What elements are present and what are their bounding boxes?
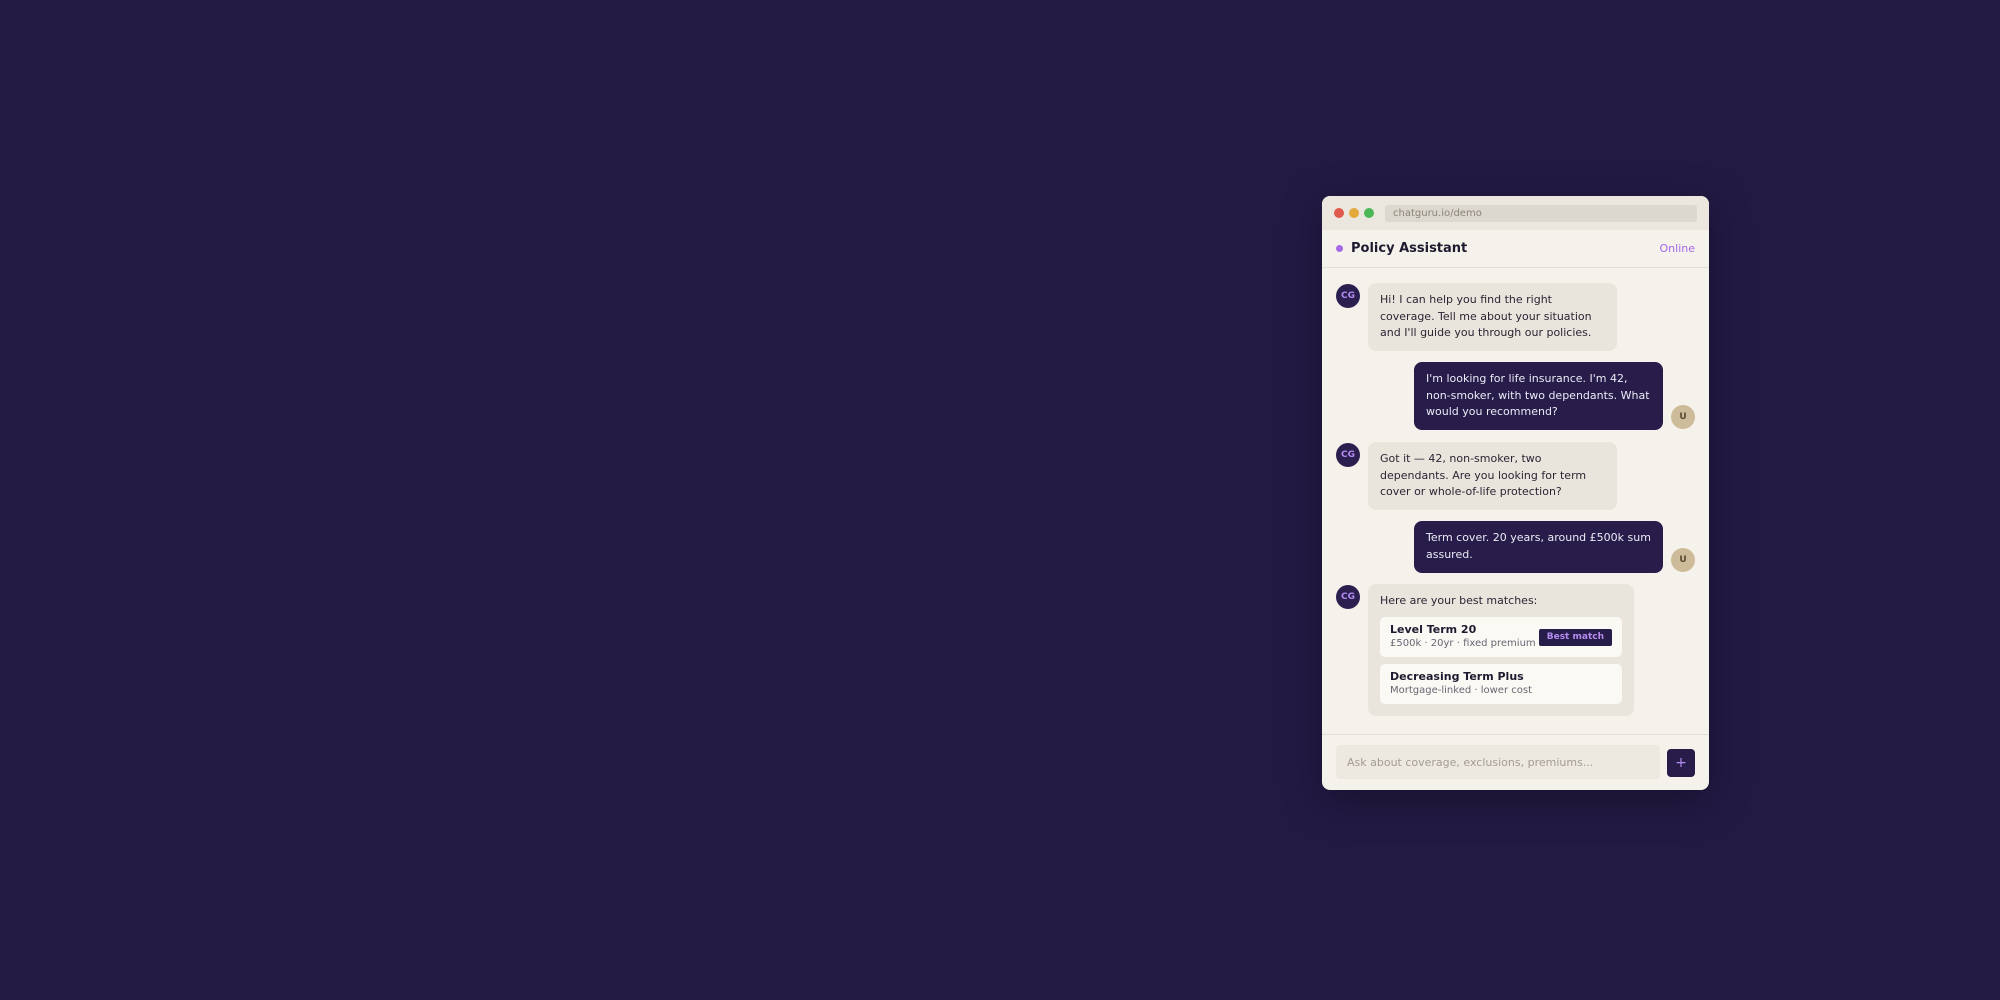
policy-name: Decreasing Term Plus <box>1390 670 1524 683</box>
user-message-bubble: Term cover. 20 years, around £500k sum a… <box>1414 521 1663 573</box>
best-match-badge: Best match <box>1538 629 1612 646</box>
bot-avatar: CG <box>1336 443 1360 467</box>
user-avatar: U <box>1671 548 1695 572</box>
bot-message-bubble: Hi! I can help you find the right covera… <box>1368 283 1617 351</box>
composer-bar: + <box>1322 734 1709 790</box>
policy-details: Mortgage-linked · lower cost <box>1390 685 1532 696</box>
chat-widget-window: chatguru.io/demo Policy Assistant Online… <box>1322 196 1709 790</box>
send-button[interactable]: + <box>1667 749 1695 777</box>
close-window-dot[interactable] <box>1334 208 1344 218</box>
address-bar[interactable]: chatguru.io/demo <box>1385 204 1697 222</box>
recommendations-intro: Here are your best matches: <box>1380 594 1538 607</box>
maximize-window-dot[interactable] <box>1364 208 1374 218</box>
policy-card-decreasing-term[interactable]: Decreasing Term Plus Mortgage-linked · l… <box>1380 664 1622 704</box>
chat-header: Policy Assistant Online <box>1322 230 1709 268</box>
user-avatar: U <box>1671 405 1695 429</box>
minimize-window-dot[interactable] <box>1349 208 1359 218</box>
message-input[interactable] <box>1336 745 1660 779</box>
status-indicator-dot <box>1336 245 1343 252</box>
bot-avatar: CG <box>1336 585 1360 609</box>
online-status: Online <box>1659 242 1695 255</box>
user-message-bubble: I'm looking for life insurance. I'm 42, … <box>1414 362 1663 430</box>
recommendations-bubble: Here are your best matches: Level Term 2… <box>1368 584 1634 716</box>
bot-message-bubble: Got it — 42, non-smoker, two dependants.… <box>1368 442 1617 510</box>
bot-avatar: CG <box>1336 284 1360 308</box>
policy-card-level-term[interactable]: Level Term 20 £500k · 20yr · fixed premi… <box>1380 617 1622 657</box>
message-list[interactable]: CG Hi! I can help you find the right cov… <box>1322 268 1709 730</box>
chat-title: Policy Assistant <box>1351 241 1468 256</box>
browser-chrome: chatguru.io/demo <box>1322 196 1709 230</box>
